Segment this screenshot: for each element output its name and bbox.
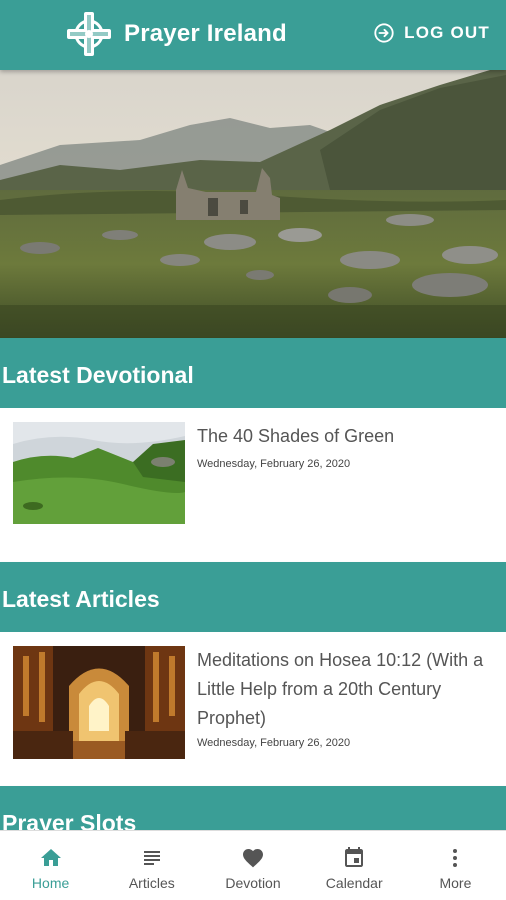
- article-title[interactable]: Meditations on Hosea 10:12 (With a Littl…: [197, 646, 492, 733]
- devotional-date: Wednesday, February 26, 2020: [197, 458, 351, 470]
- nav-label-articles: Articles: [128, 875, 175, 891]
- article-card[interactable]: Meditations on Hosea 10:12 (With a Littl…: [0, 632, 506, 786]
- nav-item-more[interactable]: More: [405, 831, 506, 900]
- logout-label: LOG OUT: [404, 23, 490, 42]
- devotional-thumbnail: [13, 422, 185, 524]
- article-date: Wednesday, February 26, 2020: [197, 737, 351, 749]
- app-bar: Prayer Ireland LOG OUT: [0, 0, 506, 70]
- devotional-heading: Latest Devotional: [2, 362, 194, 388]
- celtic-cross-logo-icon: [67, 12, 111, 56]
- bottom-navigation: Home Articles Devotion Calendar More: [0, 830, 506, 900]
- articles-icon: [143, 851, 160, 865]
- nav-item-devotion[interactable]: Devotion: [202, 831, 303, 900]
- brand: Prayer Ireland: [66, 11, 287, 57]
- app-title: Prayer Ireland: [124, 20, 287, 47]
- heart-icon: [243, 849, 263, 868]
- nav-item-home[interactable]: Home: [0, 831, 101, 900]
- more-vertical-icon: [453, 849, 458, 867]
- devotional-card[interactable]: The 40 Shades of Green Wednesday, Februa…: [0, 408, 506, 562]
- articles-section-header: Latest Articles: [0, 562, 506, 632]
- calendar-icon: [345, 847, 364, 867]
- nav-label-calendar: Calendar: [325, 875, 383, 891]
- devotional-section-header: Latest Devotional: [0, 338, 506, 408]
- nav-label-devotion: Devotion: [225, 875, 281, 891]
- article-thumbnail: [13, 646, 185, 759]
- nav-item-calendar[interactable]: Calendar: [304, 831, 405, 900]
- logout-button[interactable]: LOG OUT: [373, 22, 490, 44]
- nav-label-more: More: [439, 875, 472, 891]
- articles-heading: Latest Articles: [2, 586, 160, 612]
- hero-image: [0, 70, 506, 338]
- home-icon: [40, 849, 61, 866]
- logout-icon: [374, 23, 394, 43]
- devotional-title[interactable]: The 40 Shades of Green: [197, 422, 492, 451]
- nav-label-home: Home: [31, 875, 70, 891]
- nav-item-articles[interactable]: Articles: [101, 831, 202, 900]
